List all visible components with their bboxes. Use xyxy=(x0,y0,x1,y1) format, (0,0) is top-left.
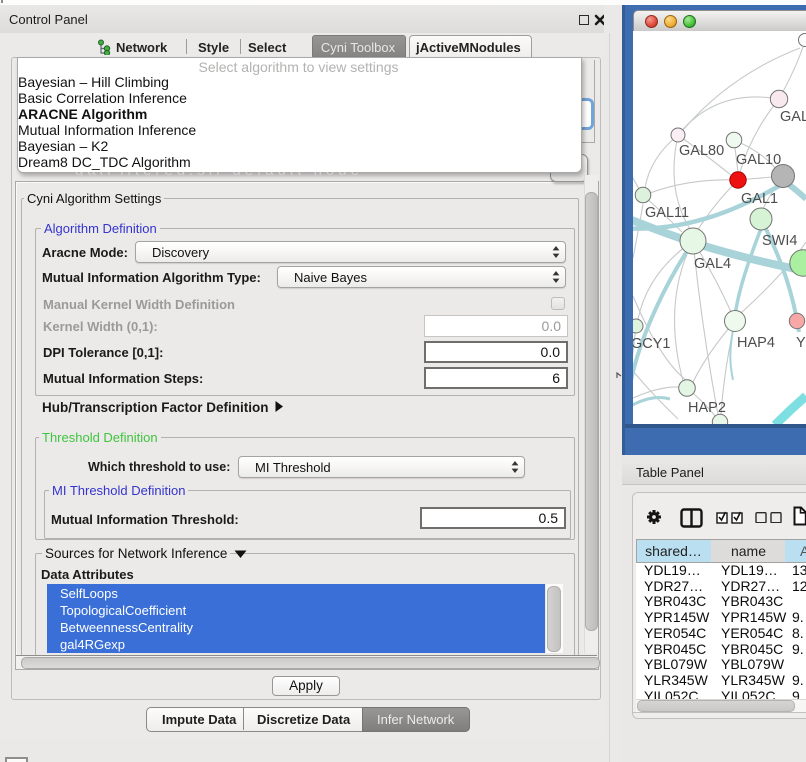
svg-text:GAL: GAL xyxy=(780,109,806,125)
svg-text:SWI4: SWI4 xyxy=(762,233,797,249)
svg-text:GCY1: GCY1 xyxy=(633,336,671,352)
svg-text:GAL1: GAL1 xyxy=(741,191,778,207)
svg-text:HAP4: HAP4 xyxy=(737,335,775,351)
svg-text:GAL11: GAL11 xyxy=(645,205,689,221)
svg-text:GAL4: GAL4 xyxy=(694,256,731,272)
svg-text:GAL80: GAL80 xyxy=(679,143,724,159)
svg-text:Y: Y xyxy=(796,335,806,351)
svg-text:GAL10: GAL10 xyxy=(736,152,781,168)
svg-text:HAP2: HAP2 xyxy=(688,400,726,416)
